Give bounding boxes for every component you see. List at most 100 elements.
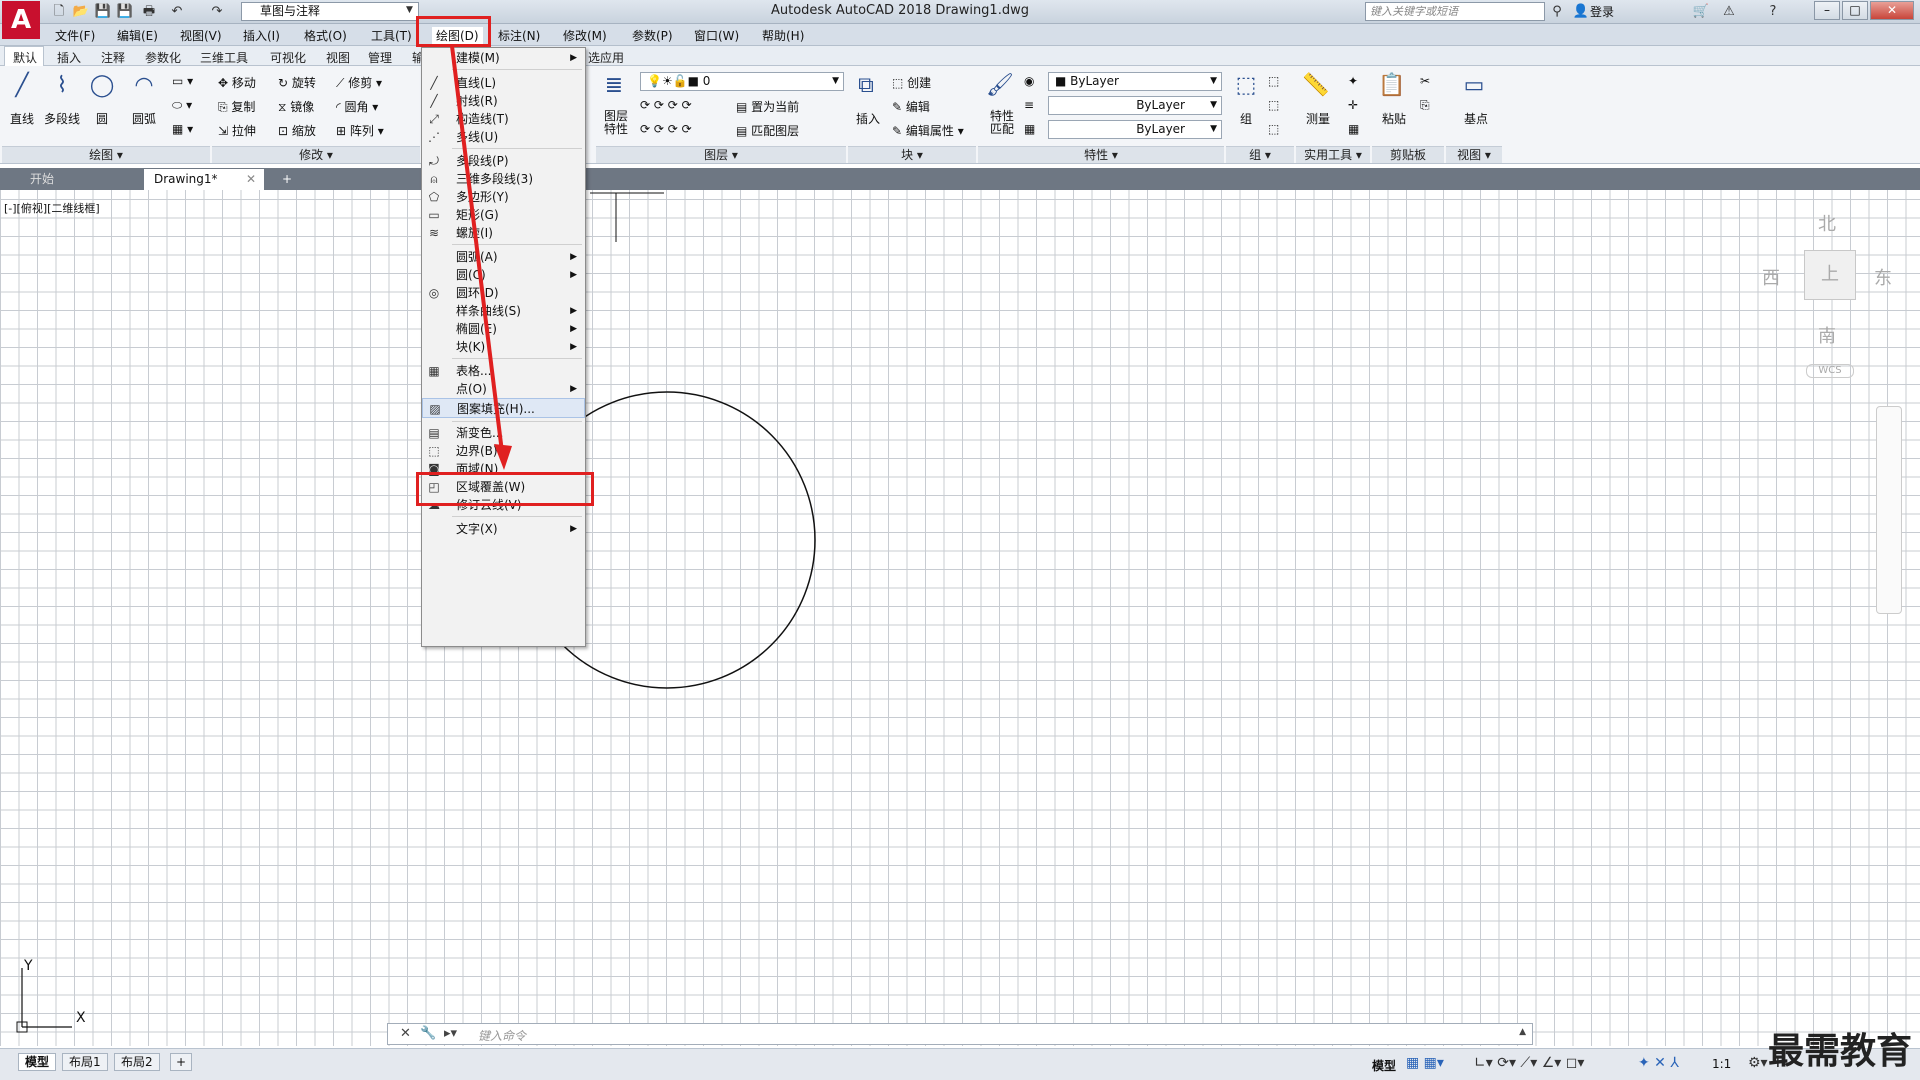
maximize-button[interactable]: □ [1842,1,1868,20]
menu-item-spline[interactable]: 样条曲线(S) ▶ [422,301,585,321]
cut-icon[interactable]: ✂ [1420,74,1430,88]
redo-icon[interactable]: ↷ [208,3,226,21]
menu-item-arc[interactable]: 圆弧(A) ▶ [422,247,585,267]
lineweight-icon[interactable]: ≡ [1024,98,1034,112]
menu-dimension[interactable]: 标注(N) [498,27,540,44]
tab-insert[interactable]: 插入 [57,49,81,66]
menu-item-region[interactable]: ◙ 面域(N) [422,459,585,479]
annotation-icon[interactable]: ✦ ✕ ⅄ [1638,1055,1679,1071]
chevron-up-icon[interactable]: ▲ [1519,1027,1526,1037]
open-icon[interactable]: 📂 [72,3,90,21]
menu-parametric[interactable]: 参数(P) [632,27,673,44]
panel-utilities-label[interactable]: 实用工具 ▾ [1296,146,1370,163]
exchange-icon[interactable]: ⚠ [1720,3,1738,21]
panel-modify-label[interactable]: 修改 ▾ [212,146,420,163]
quick-select-icon[interactable]: ✦ [1348,74,1358,88]
menu-item-block[interactable]: 块(K) ▶ [422,337,585,357]
menu-item-circle[interactable]: 圆(C) ▶ [422,265,585,285]
viewcube-north[interactable]: 北 [1818,210,1836,236]
menu-item-revcloud[interactable]: ☁ 修订云线(V) [422,495,585,515]
close-icon[interactable]: ✕ [400,1026,411,1041]
menu-item-ray[interactable]: ╱ 射线(R) [422,91,585,111]
layer-properties-button[interactable]: 图层特性 [604,110,632,136]
tab-drawing1[interactable]: Drawing1* ✕ [144,169,264,190]
menu-window[interactable]: 窗口(W) [694,27,739,44]
line-button[interactable]: 直线 [10,110,34,127]
rectangle-icon[interactable]: ▭ ▾ [172,74,193,88]
help-icon[interactable]: ? [1764,3,1782,21]
paste-icon[interactable]: 📋 [1376,70,1408,102]
menu-tools[interactable]: 工具(T) [371,27,412,44]
login-button[interactable]: 登录 [1590,3,1614,20]
group-button[interactable]: 组 [1240,110,1252,127]
viewcube-west[interactable]: 西 [1762,264,1780,290]
ortho-icon[interactable]: ∟▾ ⟳▾ ⟋▾ ∠▾ ◻▾ [1474,1055,1584,1071]
model-space-button[interactable]: 模型 [1372,1057,1396,1074]
measure-button[interactable]: 测量 [1306,110,1330,127]
trim-button[interactable]: ⟋ 修剪 ▾ [336,74,382,91]
workspace-select[interactable]: 草图与注释 [241,2,419,21]
paste-button[interactable]: 粘贴 [1382,110,1406,127]
tab-start[interactable]: 开始 [20,169,132,190]
group-edit-icon[interactable]: ⬚ [1268,98,1279,112]
layout-tab-layout1[interactable]: 布局1 [62,1053,108,1071]
move-button[interactable]: ✥ 移动 [218,74,256,91]
insert-block-icon[interactable]: ⧉ [850,70,882,102]
menu-item-helix[interactable]: ≋ 螺旋(I) [422,223,585,243]
set-current-button[interactable]: ▤ 置为当前 [736,98,799,115]
array-button[interactable]: ⊞ 阵列 ▾ [336,122,384,139]
line-tool-icon[interactable]: ╱ [6,70,38,102]
polyline-tool-icon[interactable]: ⌇ [46,70,78,102]
transparency-icon[interactable]: ▦ [1024,122,1035,136]
menu-item-hatch[interactable]: ▨ 图案填充(H)... [422,398,585,418]
arc-tool-icon[interactable]: ◠ [128,70,160,102]
tab-default[interactable]: 默认 [13,49,37,66]
menu-draw[interactable]: 绘图(D) [432,27,483,44]
table-small-icon[interactable]: ▦ ▾ [172,122,193,136]
menu-insert[interactable]: 插入(I) [243,27,280,44]
fillet-button[interactable]: ◜ 圆角 ▾ [336,98,378,115]
layer-properties-icon[interactable]: ≣ [598,70,630,102]
layer-tools-icon[interactable]: ⟳ ⟳ ⟳ ⟳ [640,98,692,112]
add-layout-button[interactable]: + [170,1053,193,1071]
tab-annotate[interactable]: 注释 [101,49,125,66]
color-wheel-icon[interactable]: ◉ [1024,74,1034,88]
tab-visualize[interactable]: 可视化 [270,49,306,66]
undo-icon[interactable]: ↶ [168,3,186,21]
panel-view-label[interactable]: 视图 ▾ [1446,146,1502,163]
menu-item-donut[interactable]: ◎ 圆环(D) [422,283,585,303]
command-prompt-icon[interactable]: ▸▾ [444,1026,457,1041]
binoculars-icon[interactable]: ⚲ [1548,3,1566,21]
match-layer-button[interactable]: ▤ 匹配图层 [736,122,799,139]
layer-dropdown[interactable]: 💡☀🔓■ 0 ▼ [640,72,844,91]
wcs-menu[interactable]: WCS [1806,364,1854,378]
close-button[interactable]: ✕ [1870,1,1914,20]
layout-tab-layout2[interactable]: 布局2 [114,1053,160,1071]
menu-item-polyline[interactable]: ⤾ 多段线(P) [422,151,585,171]
linetype-dropdown[interactable]: ByLayer ▼ [1048,96,1222,115]
menu-item-text[interactable]: 文字(X) ▶ [422,519,585,539]
menu-format[interactable]: 格式(O) [304,27,347,44]
viewcube-south[interactable]: 南 [1818,322,1836,348]
create-block-button[interactable]: ⬚ 创建 [892,74,931,91]
minimize-button[interactable]: – [1814,1,1840,20]
menu-view[interactable]: 视图(V) [180,27,222,44]
new-icon[interactable]: 🗋 [50,3,68,21]
save-icon[interactable]: 💾 [94,3,112,21]
viewport-label[interactable]: [-][俯视][二维线框] [4,200,100,216]
edit-block-button[interactable]: ✎ 编辑 [892,98,930,115]
match-properties-icon[interactable]: 🖌 [984,70,1016,102]
copy-button[interactable]: ⎘ 复制 [218,98,255,115]
menu-item-gradient[interactable]: ▤ 渐变色... [422,423,585,443]
menu-item-table[interactable]: ▦ 表格... [422,361,585,381]
menu-item-mline[interactable]: ⋰ 多线(U) [422,127,585,147]
close-icon[interactable]: ✕ [246,169,256,189]
panel-draw-label[interactable]: 绘图 ▾ [2,146,210,163]
menu-item-rectangle[interactable]: ▭ 矩形(G) [422,205,585,225]
point-id-icon[interactable]: ✛ [1348,98,1358,112]
menu-item-wipeout[interactable]: ◰ 区域覆盖(W) [422,477,585,497]
panel-layers-label[interactable]: 图层 ▾ [596,146,846,163]
menu-item-3dpoly[interactable]: ⍝ 三维多段线(3) [422,169,585,189]
match-properties-button[interactable]: 特性匹配 [990,110,1016,136]
edit-attributes-button[interactable]: ✎ 编辑属性 ▾ [892,122,964,139]
